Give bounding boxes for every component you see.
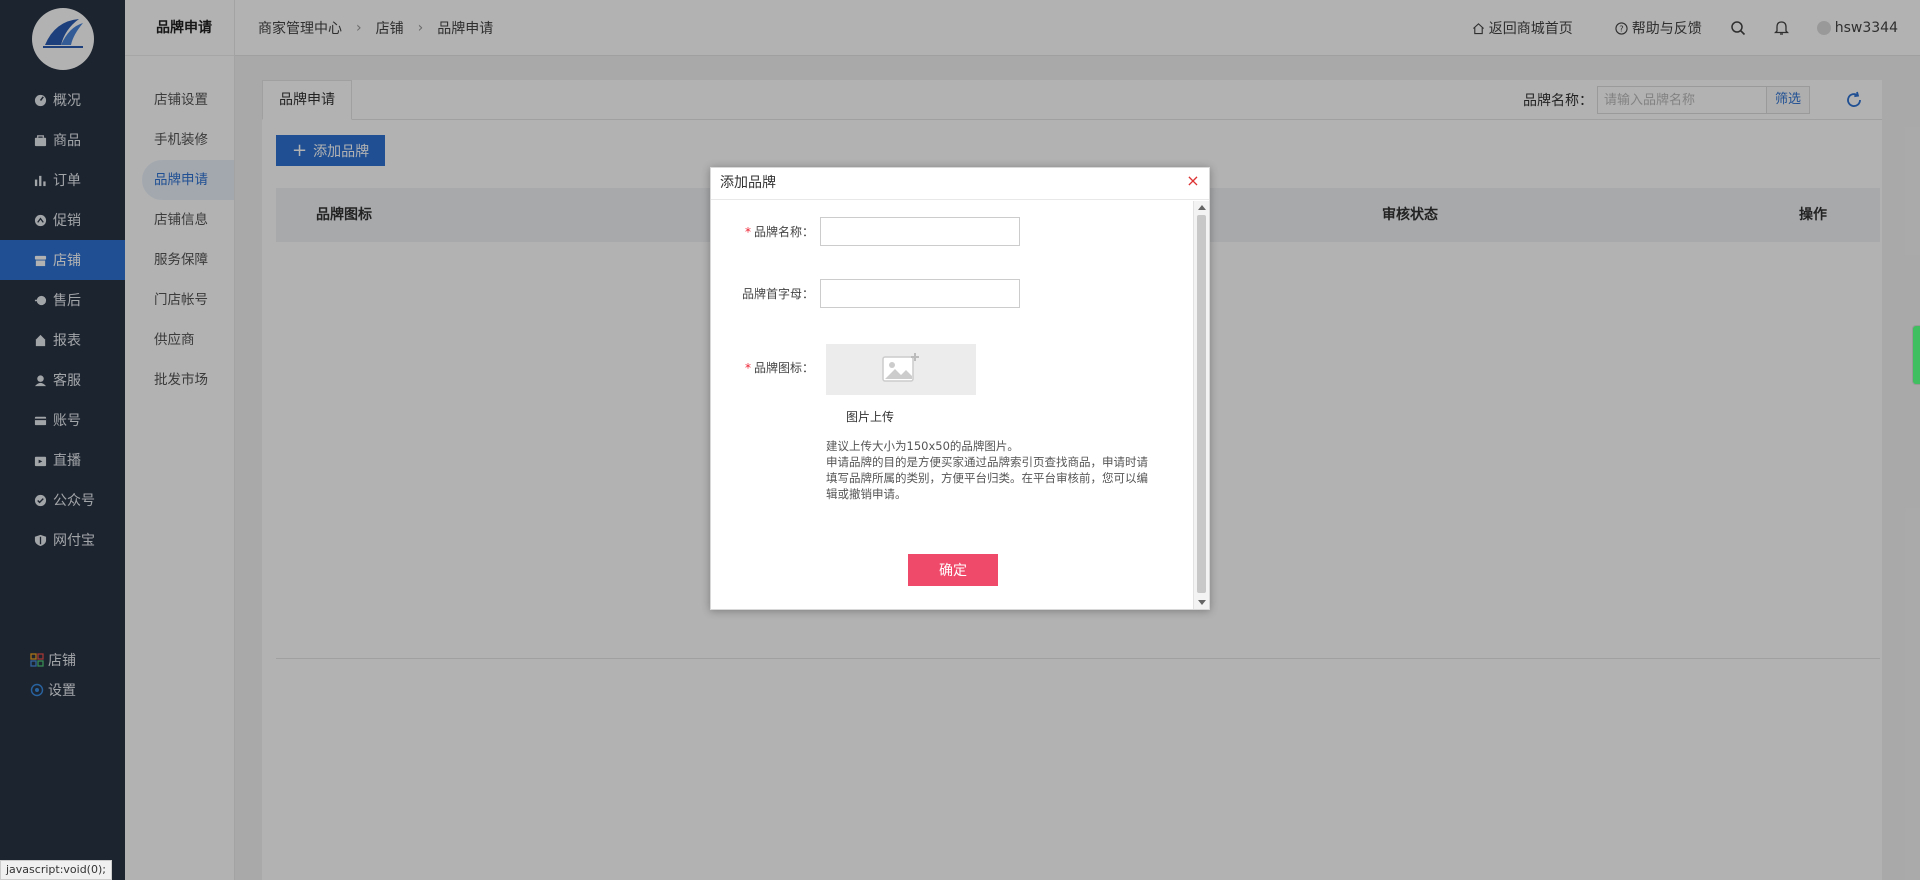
brand-logo-row: * 品牌图标： [711, 359, 820, 376]
side-widget-tab[interactable] [1912, 325, 1920, 385]
add-brand-dialog: 添加品牌 × * 品牌名称： 品牌首字母： * 品牌图标： 图片上传 建议上传大小为… [710, 167, 1210, 610]
scroll-down-icon[interactable] [1198, 600, 1206, 605]
dialog-body: * 品牌名称： 品牌首字母： * 品牌图标： 图片上传 建议上传大小为150x50的… [711, 201, 1194, 609]
required-mark: * [744, 225, 751, 239]
required-mark: * [744, 361, 751, 375]
brand-initial-row: 品牌首字母： [711, 279, 1020, 308]
hint-size: 建议上传大小为150x50的品牌图片。 [826, 439, 1019, 453]
dialog-title: 添加品牌 [711, 168, 1209, 200]
confirm-button[interactable]: 确定 [908, 554, 998, 586]
brand-logo-label-text: 品牌图标： [753, 361, 814, 375]
brand-initial-input[interactable] [820, 279, 1020, 308]
brand-name-input[interactable] [820, 217, 1020, 246]
browser-status-bar: javascript:void(0); [0, 860, 112, 880]
scroll-up-icon[interactable] [1198, 205, 1206, 210]
brand-name-label: * 品牌名称： [711, 223, 820, 240]
upload-hint: 建议上传大小为150x50的品牌图片。 申请品牌的目的是方便买家通过品牌索引页查… [826, 438, 1151, 502]
add-image-icon [881, 351, 921, 389]
brand-name-label-text: 品牌名称： [753, 225, 814, 239]
close-icon[interactable]: × [1186, 173, 1200, 189]
scroll-thumb[interactable] [1197, 215, 1206, 593]
image-upload-area[interactable] [826, 344, 976, 395]
hint-purpose: 申请品牌的目的是方便买家通过品牌索引页查找商品，申请时请填写品牌所属的类别，方便… [826, 455, 1148, 501]
brand-logo-label: * 品牌图标： [711, 359, 820, 376]
brand-initial-label: 品牌首字母： [741, 287, 814, 301]
brand-name-row: * 品牌名称： [711, 217, 1020, 246]
dialog-scrollbar[interactable] [1193, 201, 1209, 609]
upload-label: 图片上传 [846, 410, 895, 424]
